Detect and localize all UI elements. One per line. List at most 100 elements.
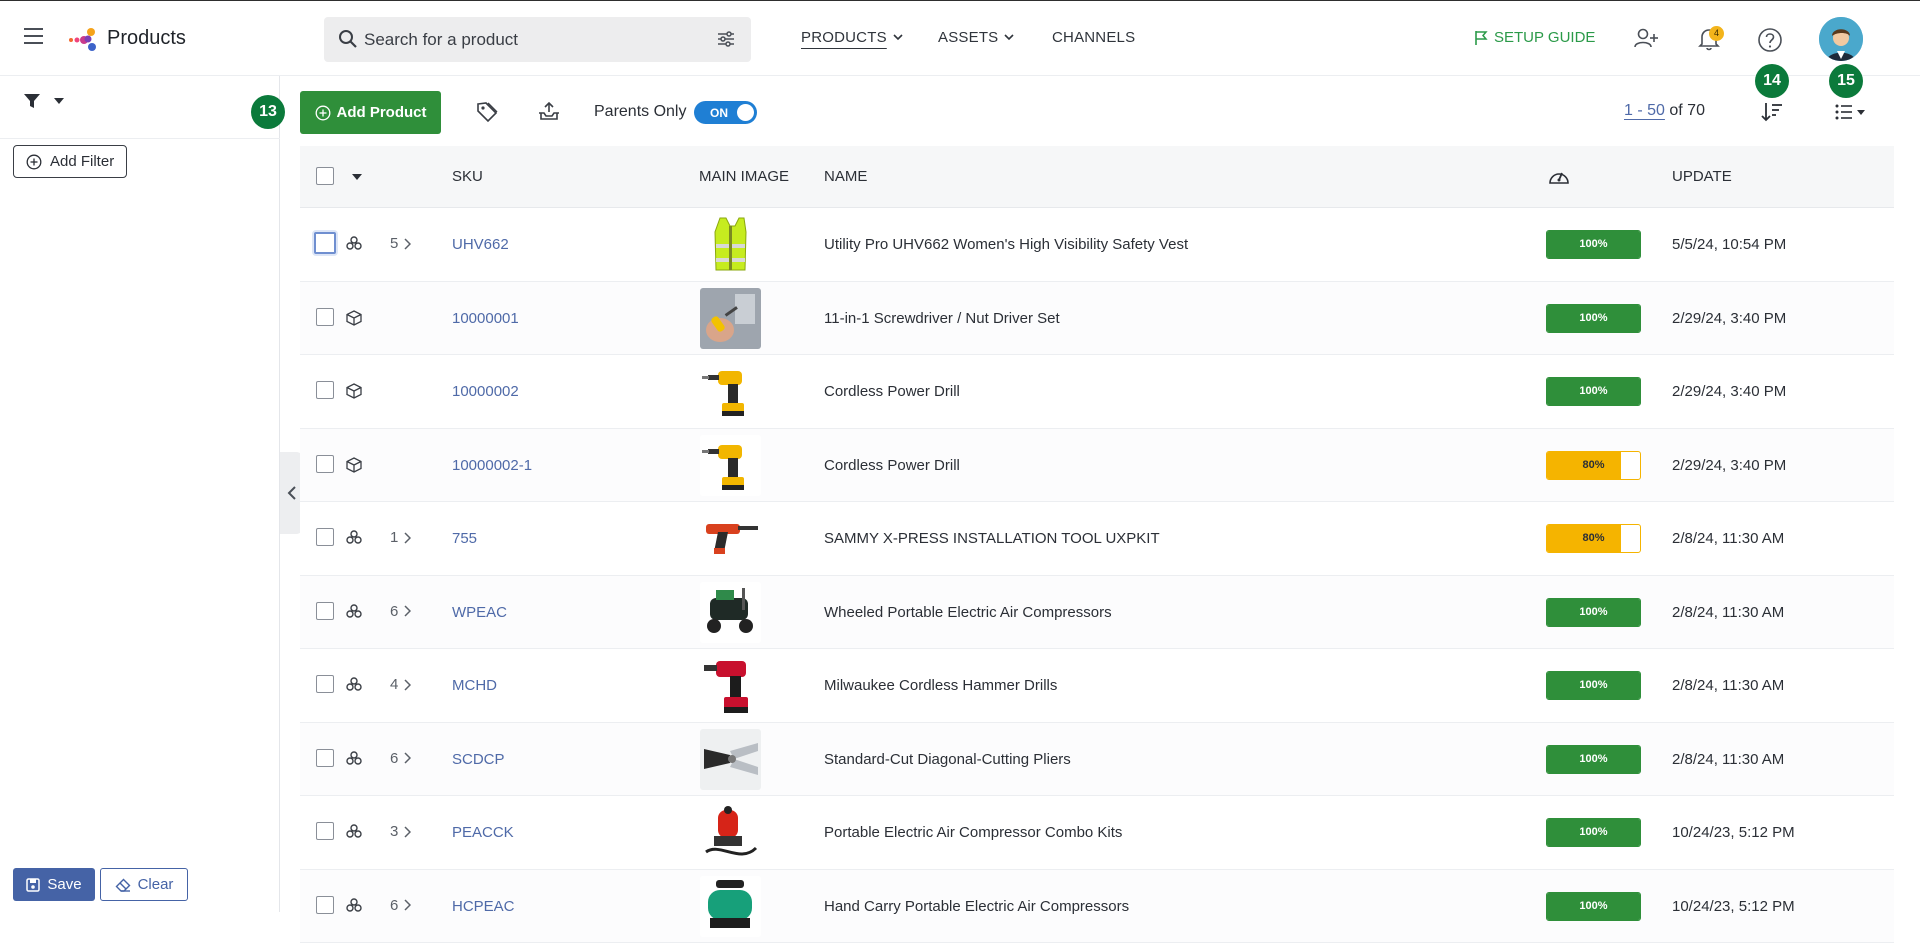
row-checkbox[interactable] [316,896,334,914]
row-checkbox[interactable] [316,308,334,326]
gauge-icon[interactable] [1547,166,1571,186]
row-checkbox[interactable] [316,675,334,693]
chevron-right-icon [404,752,411,764]
row-checkbox[interactable] [316,528,334,546]
completeness-score[interactable]: 100% [1546,598,1641,627]
avatar[interactable] [1819,17,1863,61]
nav-products[interactable]: PRODUCTS [801,29,903,46]
list-view-icon[interactable] [1835,104,1867,120]
table-row[interactable]: 6WPEACWheeled Portable Electric Air Comp… [300,576,1894,650]
menu-icon[interactable] [24,27,48,49]
row-checkbox[interactable] [316,381,334,399]
completeness-score[interactable]: 80% [1546,451,1641,480]
row-checkbox[interactable] [316,822,334,840]
completeness-score[interactable]: 80% [1546,524,1641,553]
sku-link[interactable]: WPEAC [452,604,507,621]
nav-channels[interactable]: CHANNELS [1052,29,1135,46]
caret-down-icon[interactable] [352,174,362,180]
table-row[interactable]: 3 PEACCK Portable Electric Air Compressor … [300,796,1894,870]
table-row[interactable]: 10000002Cordless Power Drill100%2/29/24,… [300,355,1894,429]
filter-menu-toggle[interactable] [24,93,64,109]
chevron-right-icon [404,679,411,691]
add-user-icon[interactable] [1634,27,1660,49]
variant-count: 6 [390,750,398,767]
product-image[interactable] [700,582,761,643]
completeness-score[interactable]: 100% [1546,745,1641,774]
expand-variants-button[interactable]: 6 [390,603,411,620]
row-checkbox[interactable] [316,602,334,620]
updated-timestamp: 2/8/24, 11:30 AM [1672,604,1784,621]
logo-icon [68,25,100,53]
toggle-knob [737,104,754,121]
product-image[interactable] [700,729,761,790]
expand-variants-button[interactable]: 3 [390,823,411,840]
product-image[interactable] [700,655,761,716]
product-image[interactable] [700,288,761,349]
expand-variants-button[interactable]: 5 [390,235,411,252]
table-row[interactable]: 6HCPEACHand Carry Portable Electric Air … [300,870,1894,943]
table-row[interactable]: 1755SAMMY X-PRESS INSTALLATION TOOL UXPK… [300,502,1894,576]
column-header-main-image[interactable]: MAIN IMAGE [699,168,789,185]
import-icon[interactable] [538,101,560,123]
expand-variants-button[interactable]: 1 [390,529,411,546]
sku-link[interactable]: 10000002 [452,383,519,400]
pagination-range-link[interactable]: 1 - 50 [1624,102,1665,119]
product-image[interactable] [700,802,761,863]
setup-guide-link[interactable]: SETUP GUIDE [1474,29,1595,46]
expand-variants-button[interactable]: 6 [390,897,411,914]
row-checkbox[interactable] [314,232,336,254]
column-header-sku[interactable]: SKU [452,168,483,185]
nav-assets[interactable]: ASSETS [938,29,1014,46]
save-button[interactable]: Save [13,868,95,901]
product-image[interactable] [700,876,761,937]
scrollbar[interactable] [1894,146,1908,912]
chevron-down-icon [893,34,903,41]
sku-link[interactable]: MCHD [452,677,497,694]
help-icon[interactable] [1757,27,1783,53]
table-row[interactable]: 1000000111-in-1 Screwdriver / Nut Driver… [300,282,1894,356]
row-checkbox[interactable] [316,749,334,767]
product-name: Portable Electric Air Compressor Combo K… [824,824,1122,841]
completeness-score[interactable]: 100% [1546,304,1641,333]
updated-timestamp: 2/29/24, 3:40 PM [1672,457,1786,474]
table-row[interactable]: 5UHV662Utility Pro UHV662 Women's High V… [300,208,1894,282]
product-image[interactable] [700,435,761,496]
sku-link[interactable]: SCDCP [452,751,505,768]
expand-variants-button[interactable]: 6 [390,750,411,767]
table-row[interactable]: 6SCDCPStandard-Cut Diagonal-Cutting Plie… [300,723,1894,797]
add-product-button[interactable]: Add Product [300,91,441,134]
search-input[interactable] [364,17,704,62]
table-row[interactable]: 4MCHDMilwaukee Cordless Hammer Drills100… [300,649,1894,723]
notification-count-badge: 4 [1709,26,1724,41]
column-header-name[interactable]: NAME [824,168,867,185]
sku-link[interactable]: 10000002-1 [452,457,532,474]
expand-variants-button[interactable]: 4 [390,676,411,693]
add-filter-button[interactable]: Add Filter [13,145,127,178]
parents-only-toggle[interactable]: ON [694,101,757,124]
product-image[interactable] [700,361,761,422]
product-image[interactable] [700,508,761,569]
variant-count: 3 [390,823,398,840]
sku-link[interactable]: PEACCK [452,824,514,841]
save-icon [26,878,40,892]
clear-button[interactable]: Clear [100,868,188,901]
completeness-score[interactable]: 100% [1546,818,1641,847]
completeness-score[interactable]: 100% [1546,377,1641,406]
product-image[interactable] [700,214,761,275]
column-header-update[interactable]: UPDATE [1672,168,1732,185]
products-table: SKU MAIN IMAGE NAME UPDATE 5UHV662Utilit… [300,146,1894,943]
table-row[interactable]: 10000002-1Cordless Power Drill80%2/29/24… [300,429,1894,503]
completeness-score[interactable]: 100% [1546,892,1641,921]
sku-link[interactable]: UHV662 [452,236,509,253]
tune-icon[interactable] [717,31,735,47]
sort-icon[interactable] [1761,102,1783,122]
completeness-score[interactable]: 100% [1546,671,1641,700]
select-all-checkbox[interactable] [316,167,334,185]
row-checkbox[interactable] [316,455,334,473]
completeness-score[interactable]: 100% [1546,230,1641,259]
tag-icon[interactable] [476,101,498,123]
sku-link[interactable]: 755 [452,530,477,547]
sku-link[interactable]: 10000001 [452,310,519,327]
product-variants-icon [346,751,362,765]
single-product-icon [346,310,362,326]
